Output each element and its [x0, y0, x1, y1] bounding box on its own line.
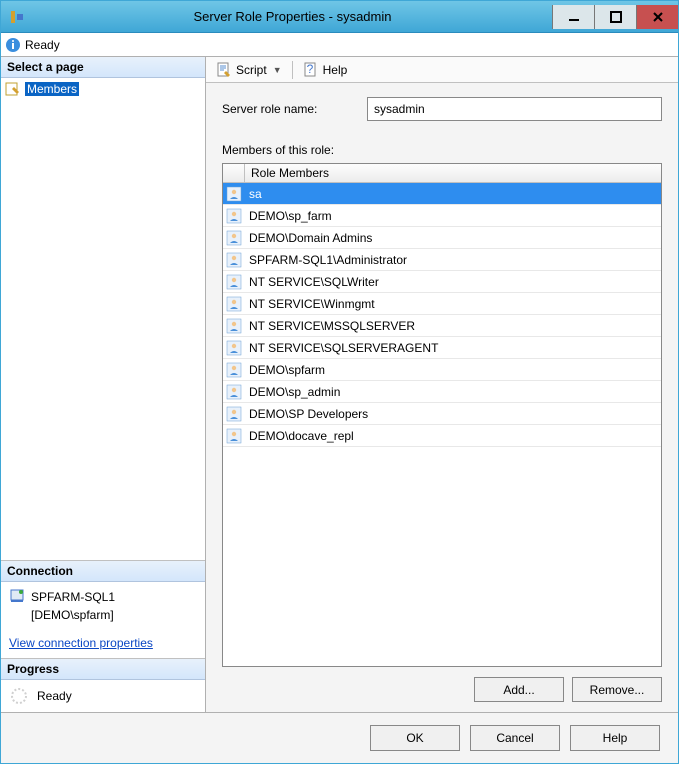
page-icon: [5, 81, 21, 97]
progress-spinner-icon: [9, 686, 29, 706]
list-item[interactable]: DEMO\sp_admin: [223, 381, 661, 403]
maximize-button[interactable]: [594, 5, 636, 29]
user-icon: [223, 318, 245, 334]
help-label: Help: [323, 63, 348, 77]
members-list[interactable]: Role Members sa DEMO\sp_farm DEMO\Domain A…: [222, 163, 662, 667]
member-name: DEMO\SP Developers: [245, 407, 661, 421]
left-panel: Select a page Members Connection SPFARM-…: [1, 57, 206, 712]
member-name: sa: [245, 187, 661, 201]
user-icon: [223, 406, 245, 422]
user-icon: [223, 428, 245, 444]
list-item[interactable]: NT SERVICE\SQLSERVERAGENT: [223, 337, 661, 359]
page-list: Members: [1, 78, 205, 560]
status-bar: Ready: [1, 33, 678, 57]
app-icon: [9, 9, 25, 25]
list-item[interactable]: sa: [223, 183, 661, 205]
member-name: NT SERVICE\Winmgmt: [245, 297, 661, 311]
list-item[interactable]: DEMO\docave_repl: [223, 425, 661, 447]
user-icon: [223, 274, 245, 290]
connection-server: SPFARM-SQL1: [31, 588, 115, 606]
script-label: Script: [236, 63, 267, 77]
view-connection-link[interactable]: View connection properties: [1, 630, 205, 652]
select-page-header: Select a page: [1, 57, 205, 78]
progress-header: Progress: [1, 659, 205, 680]
member-name: SPFARM-SQL1\Administrator: [245, 253, 661, 267]
info-icon: [5, 37, 21, 53]
member-name: DEMO\sp_admin: [245, 385, 661, 399]
list-item[interactable]: NT SERVICE\MSSQLSERVER: [223, 315, 661, 337]
member-name: NT SERVICE\SQLSERVERAGENT: [245, 341, 661, 355]
icon-column-header: [223, 164, 245, 182]
title-bar: Server Role Properties - sysadmin: [1, 1, 678, 33]
bottom-bar: OK Cancel Help: [1, 713, 678, 763]
server-icon: [9, 588, 25, 604]
minimize-button[interactable]: [552, 5, 594, 29]
member-name: NT SERVICE\MSSQLSERVER: [245, 319, 661, 333]
user-icon: [223, 296, 245, 312]
user-icon: [223, 208, 245, 224]
list-item[interactable]: NT SERVICE\SQLWriter: [223, 271, 661, 293]
right-panel: Script ▼ ? Help Server role name: Member…: [206, 57, 678, 712]
member-name: DEMO\docave_repl: [245, 429, 661, 443]
help-button[interactable]: ? Help: [299, 61, 352, 79]
status-text: Ready: [25, 38, 60, 52]
list-item[interactable]: NT SERVICE\Winmgmt: [223, 293, 661, 315]
remove-button[interactable]: Remove...: [572, 677, 662, 702]
list-item[interactable]: DEMO\spfarm: [223, 359, 661, 381]
member-name: DEMO\sp_farm: [245, 209, 661, 223]
list-item[interactable]: DEMO\Domain Admins: [223, 227, 661, 249]
help-icon: ?: [303, 62, 319, 78]
user-icon: [223, 384, 245, 400]
user-icon: [223, 230, 245, 246]
member-name: DEMO\Domain Admins: [245, 231, 661, 245]
user-icon: [223, 362, 245, 378]
svg-text:?: ?: [306, 62, 313, 76]
user-icon: [223, 340, 245, 356]
members-label: Members of this role:: [222, 143, 662, 157]
dropdown-icon: ▼: [273, 65, 282, 75]
list-item[interactable]: DEMO\SP Developers: [223, 403, 661, 425]
toolbar-separator: [292, 61, 293, 79]
list-item[interactable]: SPFARM-SQL1\Administrator: [223, 249, 661, 271]
script-icon: [216, 62, 232, 78]
connection-header: Connection: [1, 561, 205, 582]
list-header: Role Members: [223, 164, 661, 183]
ok-button[interactable]: OK: [370, 725, 460, 751]
connection-user: [DEMO\spfarm]: [31, 606, 115, 624]
window-title: Server Role Properties - sysadmin: [33, 9, 552, 24]
script-button[interactable]: Script ▼: [212, 61, 286, 79]
user-icon: [223, 252, 245, 268]
role-name-label: Server role name:: [222, 102, 357, 116]
toolbar: Script ▼ ? Help: [206, 57, 678, 83]
close-button[interactable]: [636, 5, 678, 29]
page-item-label: Members: [25, 82, 79, 96]
add-button[interactable]: Add...: [474, 677, 564, 702]
role-name-input[interactable]: [367, 97, 662, 121]
member-name: NT SERVICE\SQLWriter: [245, 275, 661, 289]
list-item[interactable]: DEMO\sp_farm: [223, 205, 661, 227]
progress-text: Ready: [37, 689, 72, 703]
page-item-members[interactable]: Members: [3, 80, 203, 98]
role-members-column-header[interactable]: Role Members: [245, 164, 661, 182]
help-dialog-button[interactable]: Help: [570, 725, 660, 751]
user-icon: [223, 186, 245, 202]
member-name: DEMO\spfarm: [245, 363, 661, 377]
cancel-button[interactable]: Cancel: [470, 725, 560, 751]
